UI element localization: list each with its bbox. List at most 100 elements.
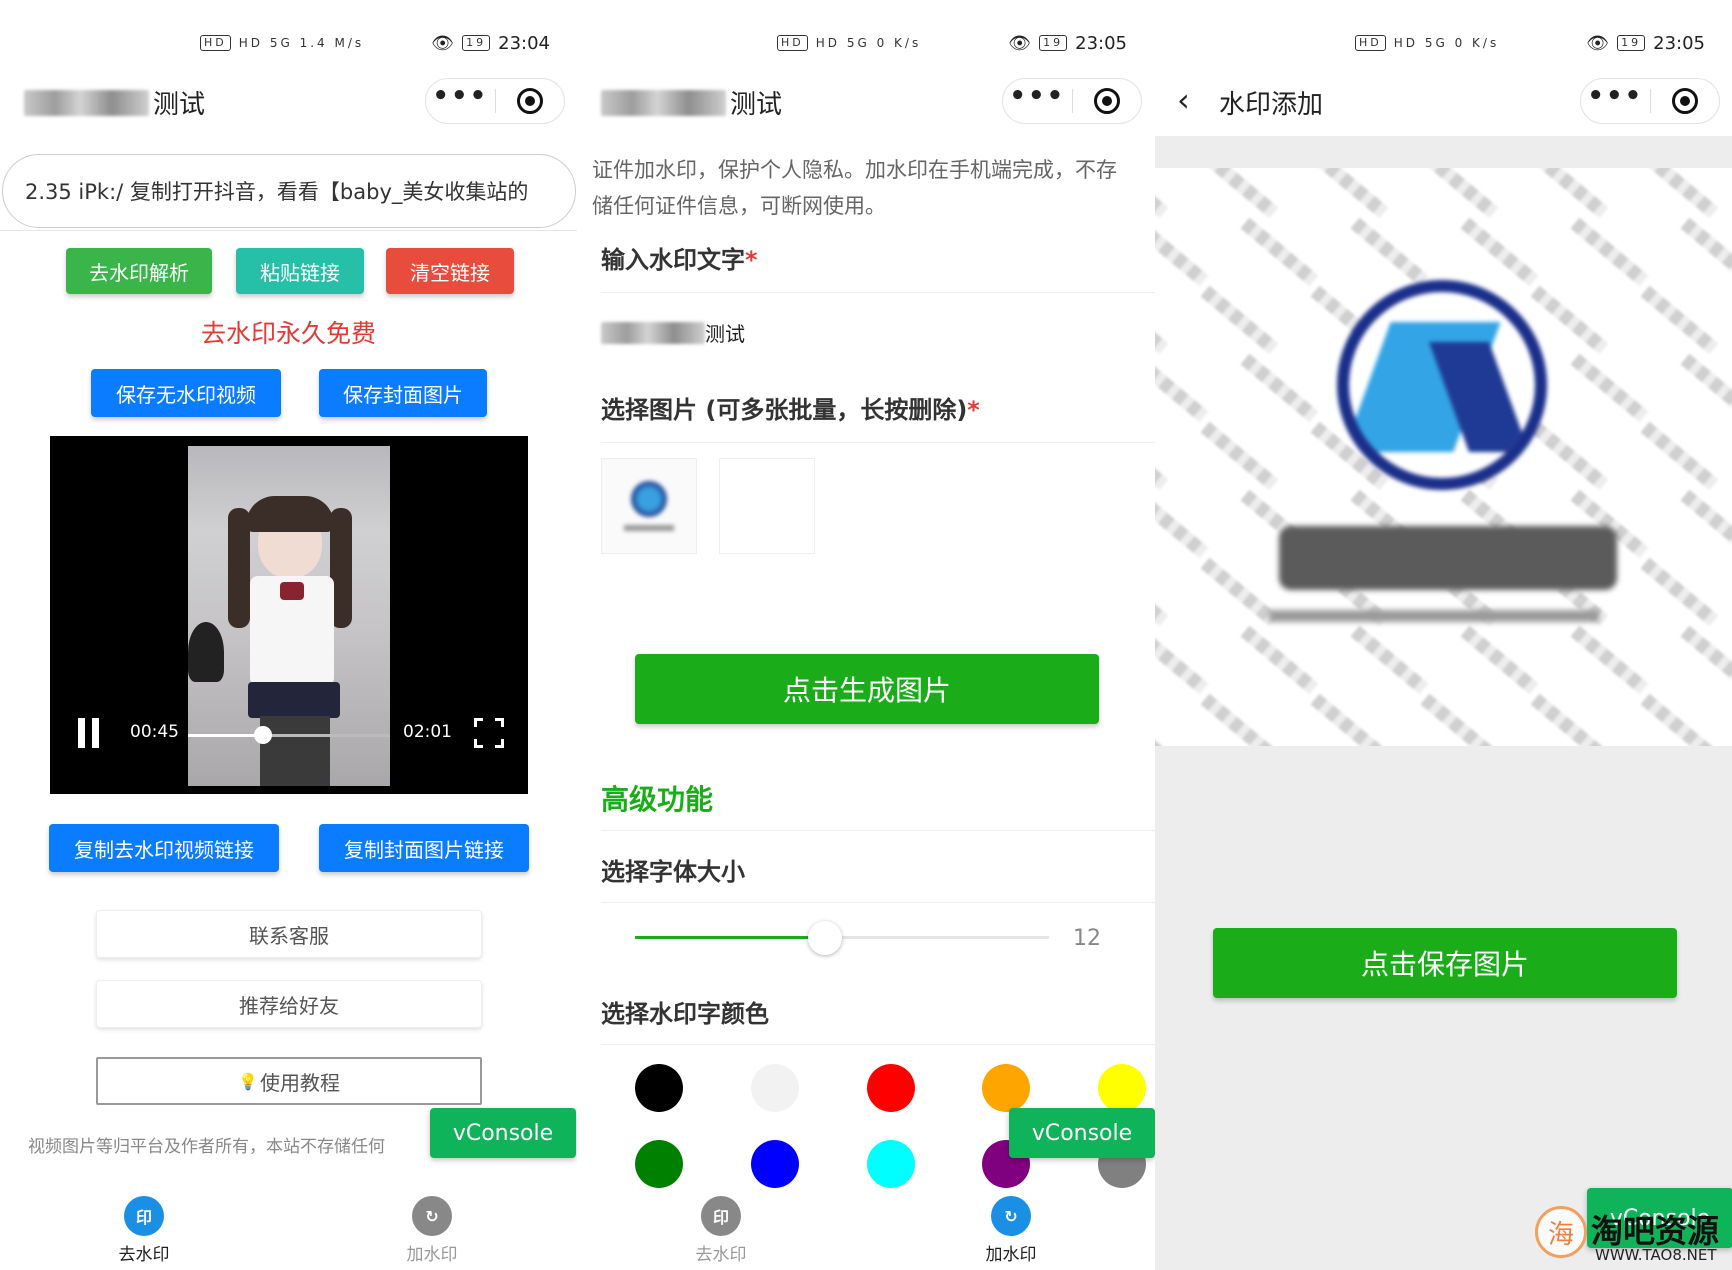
video-progress-knob[interactable] (253, 726, 272, 744)
video-current-time: 00:45 (130, 722, 179, 742)
watermark-stripe (1200, 285, 1279, 355)
signal-icons: HD HD 5G 1.4 M/s (200, 35, 364, 51)
vconsole-button[interactable]: vConsole (430, 1108, 576, 1158)
link-input[interactable]: 2.35 iPk:/ 复制打开抖音，看看【baby_美女收集站的 (2, 154, 576, 228)
watermark-stripe (1680, 489, 1732, 559)
color-swatch[interactable] (635, 1064, 683, 1112)
watermark-stripe (1155, 168, 1169, 219)
watermark-stripe (1350, 217, 1429, 287)
watermark-stripe (1310, 693, 1389, 746)
image-select-label: 选择图片 (可多张批量，长按删除)* (601, 396, 980, 424)
status-time: 23:05 (1075, 32, 1127, 54)
watermark-stripe (1460, 625, 1539, 695)
record-circle-icon[interactable] (1651, 88, 1720, 114)
watermark-stripe (1240, 625, 1319, 695)
blurred-logo-url (1269, 610, 1599, 622)
color-swatch[interactable] (867, 1064, 915, 1112)
watermark-stripe (1570, 353, 1649, 423)
panel-add-watermark-form: HD HD 5G 0 K/s 👁 19 23:05 测试 ••• 证件加水印，保护… (577, 0, 1155, 1270)
font-size-slider[interactable] (635, 921, 1049, 955)
watermark-stripe (1155, 353, 1209, 423)
font-size-value: 12 (1073, 926, 1101, 951)
record-circle-icon[interactable] (496, 88, 565, 114)
panel-remove-watermark: HD HD 5G 1.4 M/s 👁 19 23:04 测试 ••• 2.35 i… (0, 0, 577, 1270)
tutorial-button[interactable]: 💡 使用教程 (96, 1057, 482, 1105)
watermark-stripe (1530, 285, 1609, 355)
recommend-friend-button[interactable]: 推荐给好友 (96, 980, 482, 1028)
watermark-stripe (1155, 285, 1169, 355)
watermark-stripe (1420, 693, 1499, 746)
color-swatch[interactable] (982, 1064, 1030, 1112)
tab-remove-watermark[interactable]: 印 去水印 (104, 1196, 184, 1265)
panel-watermark-preview: HD HD 5G 0 K/s 👁 19 23:05 ‹ 水印添加 ••• 点击保存… (1155, 0, 1732, 1270)
page-title: 水印添加 (1219, 90, 1324, 120)
watermark-stripe (1200, 557, 1279, 627)
figure-skirt (248, 682, 340, 718)
paste-link-button[interactable]: 粘贴链接 (236, 248, 364, 294)
color-swatch[interactable] (1098, 1064, 1146, 1112)
watermark-stripe (1570, 217, 1649, 287)
save-image-button[interactable]: 点击保存图片 (1213, 928, 1677, 998)
video-duration: 02:01 (403, 722, 452, 742)
more-dots-icon[interactable]: ••• (426, 83, 495, 116)
battery-icon: 19 (462, 35, 491, 51)
generate-image-button[interactable]: 点击生成图片 (635, 654, 1099, 724)
mini-program-capsule: ••• (1580, 78, 1720, 124)
watermark-text-input[interactable]: 测试 (601, 318, 745, 347)
eye-icon: 👁 (1008, 32, 1032, 54)
pause-icon[interactable] (78, 718, 102, 748)
watermark-stripe (1680, 353, 1732, 423)
watermark-text-label: 输入水印文字* (601, 246, 758, 274)
font-size-knob[interactable] (808, 921, 843, 955)
watermark-stripe (1530, 421, 1609, 491)
chevron-left-icon[interactable]: ‹ (1177, 84, 1190, 116)
tab-add-watermark[interactable]: ↻ 加水印 (971, 1196, 1051, 1265)
color-swatch[interactable] (867, 1140, 915, 1188)
copy-cover-link-button[interactable]: 复制封面图片链接 (319, 824, 529, 872)
color-swatch[interactable] (635, 1140, 683, 1188)
plush-toy (188, 622, 224, 682)
watermark-stripe (1155, 421, 1169, 491)
copy-video-link-button[interactable]: 复制去水印视频链接 (49, 824, 279, 872)
free-banner: 去水印永久免费 (200, 319, 376, 348)
video-progress-track[interactable] (188, 726, 390, 744)
status-bar: HD HD 5G 0 K/s 👁 19 23:05 (777, 28, 1127, 58)
save-cover-button[interactable]: 保存封面图片 (319, 369, 487, 417)
watermarked-image (1155, 168, 1732, 746)
clear-link-button[interactable]: 清空链接 (386, 248, 514, 294)
remove-watermark-tab-icon: 印 (701, 1196, 741, 1236)
contact-service-button[interactable]: 联系客服 (96, 910, 482, 958)
mini-program-capsule: ••• (1002, 78, 1142, 124)
color-swatch[interactable] (751, 1140, 799, 1188)
watermark-stripe (1680, 217, 1732, 287)
blurred-logo-text (1279, 526, 1617, 590)
color-swatch[interactable] (751, 1064, 799, 1112)
watermark-stripe (1350, 625, 1429, 695)
tab-add-watermark[interactable]: ↻ 加水印 (392, 1196, 472, 1265)
add-image-slot[interactable] (719, 458, 815, 554)
watermark-stripe (1680, 625, 1732, 695)
remove-watermark-tab-icon: 印 (124, 1196, 164, 1236)
more-dots-icon[interactable]: ••• (1003, 83, 1072, 116)
tab-remove-watermark[interactable]: 印 去水印 (681, 1196, 761, 1265)
page-title: 测试 (24, 84, 205, 121)
watermark-stripe (1530, 693, 1609, 746)
signal-icons: HD HD 5G 0 K/s (777, 35, 921, 51)
video-player[interactable]: 00:45 02:01 (50, 436, 528, 794)
figure-hair-left (228, 508, 250, 628)
fullscreen-icon[interactable] (474, 718, 504, 748)
vconsole-button[interactable]: vConsole (1009, 1108, 1155, 1158)
watermark-stripe (1460, 217, 1539, 287)
watermark-stripe (1530, 168, 1609, 219)
more-dots-icon[interactable]: ••• (1581, 83, 1650, 116)
record-circle-icon[interactable] (1073, 88, 1142, 114)
save-video-button[interactable]: 保存无水印视频 (91, 369, 281, 417)
parse-button[interactable]: 去水印解析 (66, 248, 212, 294)
watermark-stripe (1155, 693, 1169, 746)
mini-program-capsule: ••• (425, 78, 565, 124)
divider (0, 230, 577, 231)
selected-image-thumb[interactable] (601, 458, 697, 554)
watermark-stripe (1310, 168, 1389, 219)
eye-icon: 👁 (431, 32, 455, 54)
watermark-stripe (1200, 693, 1279, 746)
